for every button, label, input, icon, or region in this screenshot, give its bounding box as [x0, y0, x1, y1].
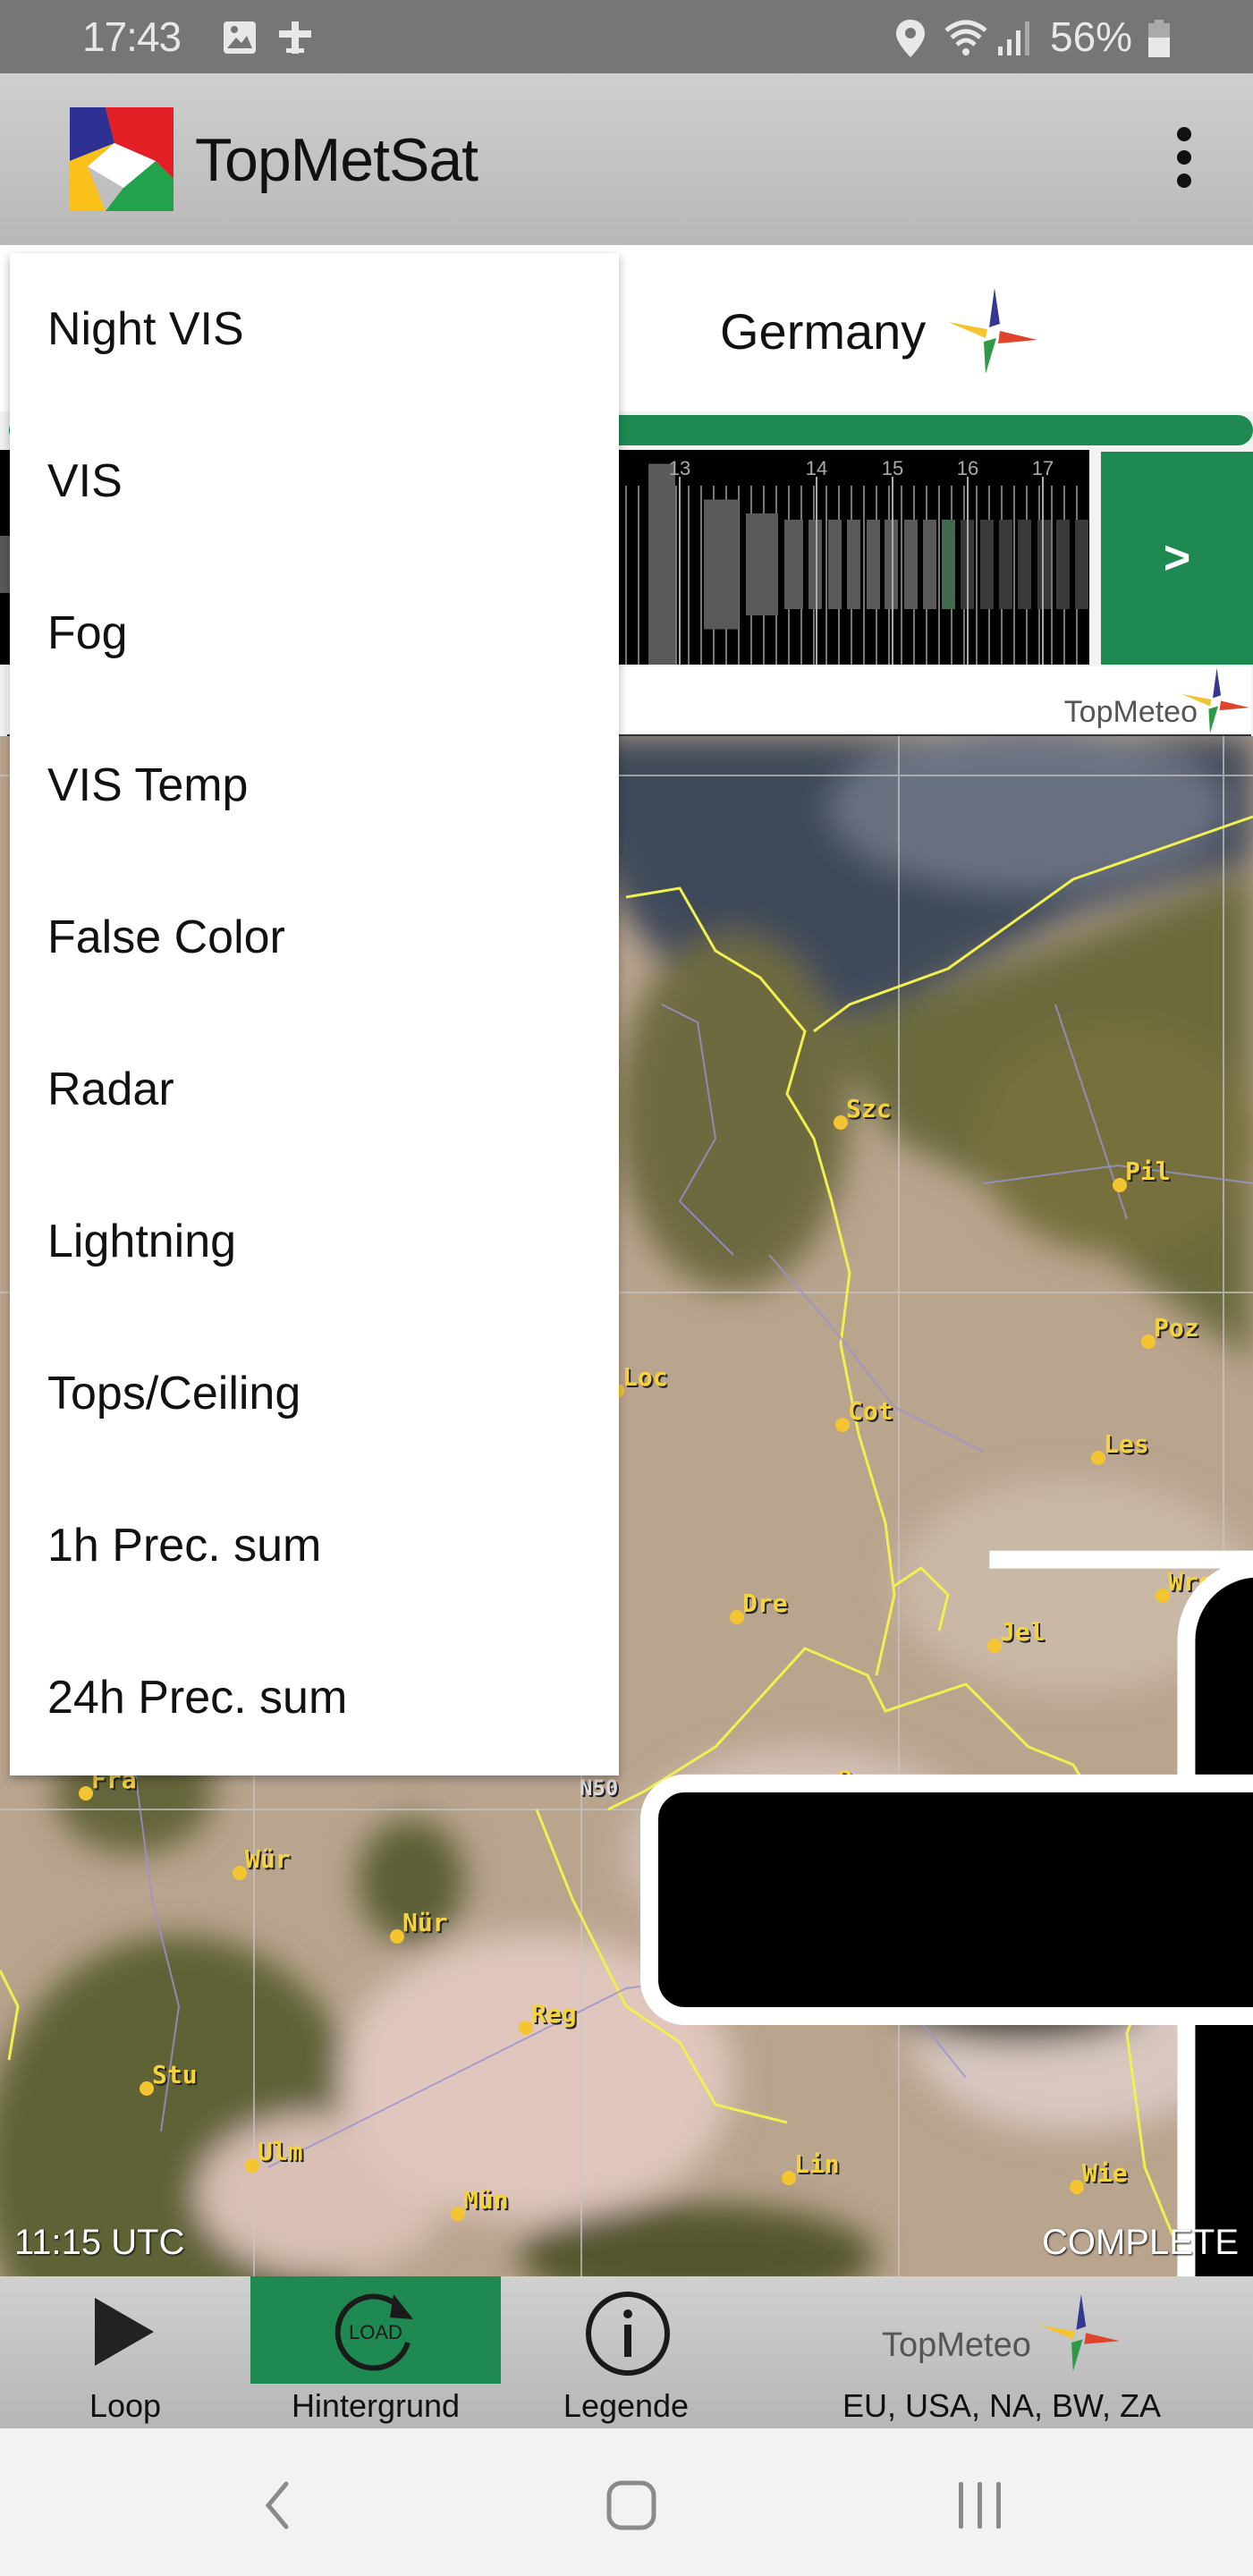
topmeteo-star-icon	[948, 288, 1037, 374]
recents-icon[interactable]	[953, 2479, 1007, 2532]
timeline-frame[interactable]	[999, 520, 1012, 609]
topmetsat-logo	[70, 107, 174, 211]
city-label: Wür	[245, 1844, 291, 1874]
timeline-hour-label: 14	[806, 457, 827, 479]
app-title: TopMetSat	[195, 126, 478, 194]
city-label: Pil	[1125, 1157, 1171, 1186]
region-switch-button[interactable]: TopMeteo EU, USA, NA, BW, ZA	[805, 2276, 1198, 2428]
product-dropdown-menu: Night VIS VIS Fog VIS Temp False Color R…	[10, 253, 619, 1775]
timeline-frame[interactable]	[885, 520, 898, 609]
airplane-position-icon[interactable]	[631, 1237, 1253, 2276]
loop-button[interactable]: Loop	[0, 2276, 250, 2428]
timeline-frame[interactable]	[648, 463, 675, 665]
play-icon	[95, 2298, 154, 2366]
reload-icon-text: LOAD	[349, 2321, 402, 2343]
signal-icon	[998, 21, 1029, 55]
more-vert-icon[interactable]	[1168, 127, 1200, 199]
city-label: Ulm	[258, 2137, 303, 2166]
airplane-notification-icon	[279, 21, 311, 54]
timeline-frame[interactable]	[867, 520, 880, 609]
legend-label: Legende	[563, 2387, 690, 2424]
wifi-icon	[944, 20, 987, 55]
load-status: COMPLETE	[1041, 2223, 1239, 2262]
timeline-frame[interactable]	[904, 520, 918, 609]
timeline-frame[interactable]	[923, 520, 936, 609]
timeline-frame[interactable]	[942, 520, 955, 609]
home-icon[interactable]	[605, 2479, 658, 2532]
menu-item-tops-ceiling[interactable]: Tops/Ceiling	[47, 1318, 602, 1470]
city-label: Mün	[463, 2185, 509, 2215]
timeline-frame[interactable]	[704, 499, 739, 630]
system-nav-bar	[0, 2428, 1253, 2576]
timeline-frame[interactable]	[809, 520, 822, 609]
city-label: Stu	[152, 2060, 198, 2089]
battery-icon	[1148, 20, 1170, 57]
timeline-frame[interactable]	[1018, 520, 1031, 609]
gallery-icon	[224, 21, 256, 54]
legend-button[interactable]: Legende	[501, 2276, 751, 2428]
battery-percent: 56%	[1050, 13, 1133, 60]
menu-item-radar[interactable]: Radar	[47, 1013, 602, 1165]
background-label: Hintergrund	[291, 2387, 461, 2424]
timeline-frame[interactable]	[847, 520, 860, 609]
timeline-frame[interactable]	[980, 520, 994, 609]
grid-label: N50	[580, 1775, 619, 1801]
city-label: Nür	[402, 1908, 448, 1937]
region-name: Germany	[720, 303, 927, 360]
menu-item-24h-prec-sum[interactable]: 24h Prec. sum	[47, 1622, 602, 1774]
status-time: 17:43	[82, 13, 182, 60]
menu-item-1h-prec-sum[interactable]: 1h Prec. sum	[47, 1470, 602, 1622]
info-icon	[586, 2292, 670, 2376]
topmeteo-brand: TopMeteo	[882, 2326, 1031, 2364]
bottom-toolbar: Loop LOAD Hintergrund Legende TopMeteo E…	[0, 2276, 1253, 2428]
location-icon	[896, 20, 925, 57]
next-frame-button[interactable]: >	[1101, 452, 1253, 665]
image-timestamp: 11:15 UTC	[14, 2223, 185, 2262]
menu-item-vis[interactable]: VIS	[47, 405, 602, 557]
background-button[interactable]: LOAD Hintergrund	[250, 2276, 501, 2428]
city-label: Szc	[846, 1094, 892, 1123]
regions-label: EU, USA, NA, BW, ZA	[842, 2387, 1162, 2424]
menu-item-night-vis[interactable]: Night VIS	[47, 253, 602, 405]
back-icon[interactable]	[259, 2480, 295, 2530]
timeline-frame[interactable]	[1037, 520, 1051, 609]
timeline-frame[interactable]	[828, 520, 842, 609]
app-bar: TopMetSat	[0, 73, 1253, 245]
timeline-hour-label: 16	[957, 457, 978, 479]
timeline-frame[interactable]	[746, 513, 778, 615]
timeline-frame[interactable]	[1056, 520, 1070, 609]
topmeteo-star-icon	[1181, 668, 1249, 733]
timeline-hour-label: 13	[669, 457, 690, 479]
menu-item-lightning[interactable]: Lightning	[47, 1165, 602, 1318]
timeline-frame[interactable]	[1075, 520, 1088, 609]
map-brand: TopMeteo	[1063, 695, 1198, 729]
status-bar: 17:43 56%	[0, 0, 1253, 73]
timeline-hour-label: 17	[1032, 457, 1054, 479]
city-label: Reg	[531, 1999, 577, 2029]
timeline-frame[interactable]	[784, 520, 803, 609]
topmeteo-star-icon	[1039, 2294, 1120, 2372]
reload-icon: LOAD	[334, 2293, 413, 2371]
menu-item-vis-temp[interactable]: VIS Temp	[47, 709, 602, 861]
menu-item-fog[interactable]: Fog	[47, 557, 602, 709]
loop-label: Loop	[89, 2387, 162, 2424]
menu-item-false-color[interactable]: False Color	[47, 861, 602, 1013]
timeline-hour-label: 15	[882, 457, 903, 479]
